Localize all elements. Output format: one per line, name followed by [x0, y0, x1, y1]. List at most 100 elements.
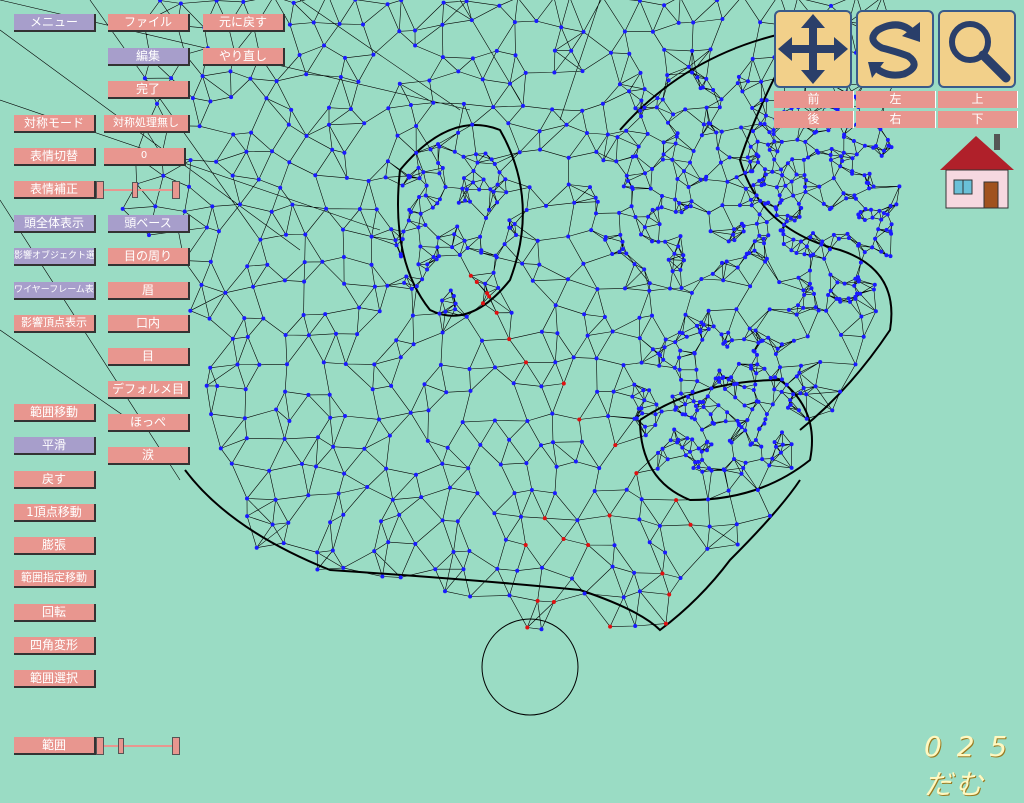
mesh-vertex[interactable]	[786, 307, 791, 312]
mesh-vertex[interactable]	[727, 438, 732, 443]
mesh-vertex[interactable]	[440, 298, 445, 303]
mesh-vertex[interactable]	[760, 457, 765, 462]
mesh-vertex[interactable]	[330, 147, 335, 152]
mesh-vertex[interactable]	[704, 76, 709, 81]
mesh-vertex[interactable]	[729, 375, 734, 380]
mesh-vertex[interactable]	[321, 360, 326, 365]
mesh-vertex[interactable]	[732, 227, 736, 232]
mesh-vertex[interactable]	[602, 315, 607, 319]
head-base-button[interactable]: 頭ベース	[108, 215, 190, 233]
selected-vertex[interactable]	[481, 301, 485, 306]
mesh-vertex[interactable]	[774, 444, 778, 449]
mesh-vertex[interactable]	[427, 78, 432, 83]
single-vertex-move-button[interactable]: 1頂点移動	[14, 504, 96, 522]
mesh-vertex[interactable]	[406, 173, 411, 178]
mesh-vertex[interactable]	[380, 574, 385, 579]
mesh-vertex[interactable]	[436, 235, 441, 240]
mesh-vertex[interactable]	[229, 461, 234, 466]
mesh-vertex[interactable]	[637, 517, 642, 522]
mesh-vertex[interactable]	[690, 437, 695, 442]
selected-vertex[interactable]	[613, 443, 618, 448]
mesh-vertex[interactable]	[802, 292, 807, 297]
mesh-vertex[interactable]	[778, 200, 783, 205]
mesh-vertex[interactable]	[730, 338, 734, 343]
mesh-vertex[interactable]	[443, 589, 447, 594]
mesh-vertex[interactable]	[612, 543, 617, 548]
mesh-vertex[interactable]	[579, 439, 584, 444]
mesh-vertex[interactable]	[881, 148, 886, 153]
mesh-vertex[interactable]	[790, 157, 795, 162]
view-right-button[interactable]: 右	[856, 111, 936, 128]
mesh-vertex[interactable]	[626, 178, 630, 183]
mesh-vertex[interactable]	[772, 387, 777, 392]
mesh-vertex[interactable]	[182, 209, 187, 214]
mesh-vertex[interactable]	[726, 488, 731, 493]
mesh-vertex[interactable]	[284, 232, 288, 237]
mesh-vertex[interactable]	[726, 239, 731, 244]
mesh-vertex[interactable]	[366, 179, 371, 183]
rotate-view-button[interactable]	[856, 10, 934, 88]
mesh-vertex[interactable]	[327, 122, 331, 127]
mesh-vertex[interactable]	[655, 206, 660, 211]
mesh-vertex[interactable]	[711, 88, 716, 92]
mesh-vertex[interactable]	[734, 307, 739, 312]
mesh-vertex[interactable]	[470, 122, 475, 127]
mesh-vertex[interactable]	[665, 457, 670, 462]
mesh-vertex[interactable]	[734, 175, 739, 180]
mesh-vertex[interactable]	[705, 439, 710, 444]
mesh-vertex[interactable]	[688, 204, 693, 209]
mesh-vertex[interactable]	[690, 48, 695, 53]
mesh-vertex[interactable]	[218, 446, 223, 451]
mesh-vertex[interactable]	[550, 411, 555, 416]
mesh-vertex[interactable]	[828, 272, 833, 277]
mesh-vertex[interactable]	[399, 0, 404, 3]
selected-vertex[interactable]	[586, 543, 591, 547]
mesh-vertex[interactable]	[670, 269, 675, 274]
mesh-vertex[interactable]	[717, 379, 722, 384]
mesh-vertex[interactable]	[639, 98, 644, 103]
mesh-vertex[interactable]	[385, 159, 390, 164]
mesh-vertex[interactable]	[796, 408, 801, 413]
mesh-vertex[interactable]	[436, 161, 441, 165]
mesh-vertex[interactable]	[818, 360, 823, 364]
mesh-vertex[interactable]	[871, 145, 876, 150]
mesh-vertex[interactable]	[614, 159, 619, 164]
mesh-vertex[interactable]	[278, 185, 283, 190]
range-move-button[interactable]: 範囲移動	[14, 404, 96, 422]
mesh-vertex[interactable]	[537, 262, 542, 267]
mesh-vertex[interactable]	[785, 161, 790, 166]
mesh-vertex[interactable]	[697, 400, 702, 404]
mesh-vertex[interactable]	[178, 1, 183, 6]
mesh-vertex[interactable]	[204, 383, 209, 388]
mesh-vertex[interactable]	[655, 96, 660, 101]
mesh-vertex[interactable]	[780, 430, 784, 435]
mesh-vertex[interactable]	[829, 3, 833, 8]
mesh-vertex[interactable]	[372, 284, 377, 289]
mesh-vertex[interactable]	[581, 261, 586, 266]
mesh-vertex[interactable]	[829, 147, 834, 151]
view-front-button[interactable]: 前	[774, 91, 854, 108]
mesh-vertex[interactable]	[708, 229, 713, 234]
mesh-vertex[interactable]	[789, 465, 794, 470]
undo-button[interactable]: 元に戻す	[203, 14, 285, 32]
mesh-vertex[interactable]	[589, 228, 594, 233]
mesh-vertex[interactable]	[633, 106, 638, 111]
mesh-vertex[interactable]	[780, 228, 785, 233]
mesh-vertex[interactable]	[342, 281, 347, 286]
mesh-vertex[interactable]	[757, 233, 762, 238]
mesh-vertex[interactable]	[621, 595, 626, 600]
mesh-vertex[interactable]	[665, 73, 670, 78]
mesh-vertex[interactable]	[464, 314, 469, 319]
mesh-vertex[interactable]	[762, 122, 767, 126]
mesh-vertex[interactable]	[768, 375, 773, 380]
mesh-vertex[interactable]	[393, 238, 398, 243]
mesh-vertex[interactable]	[507, 593, 512, 598]
mesh-vertex[interactable]	[772, 157, 777, 162]
mesh-vertex[interactable]	[503, 177, 508, 182]
mesh-vertex[interactable]	[655, 466, 660, 471]
mesh-vertex[interactable]	[471, 180, 476, 185]
selected-vertex[interactable]	[688, 522, 693, 527]
mesh-vertex[interactable]	[841, 135, 846, 139]
mesh-vertex[interactable]	[888, 254, 893, 259]
mesh-vertex[interactable]	[734, 522, 739, 527]
